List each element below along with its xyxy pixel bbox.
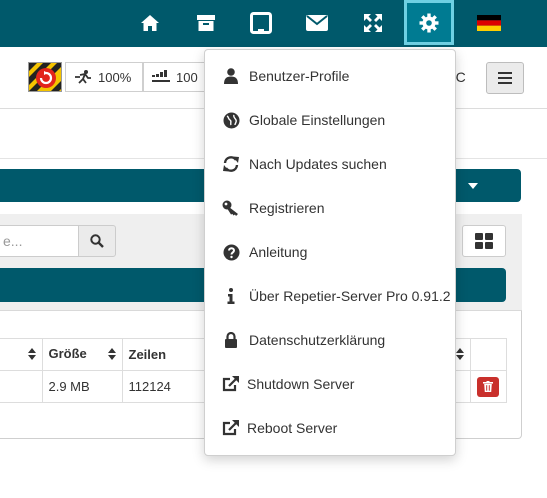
table-header-size[interactable]: Größe	[41, 338, 123, 371]
envelope-icon[interactable]	[292, 0, 342, 45]
menu-item-global-settings[interactable]: Globale Einstellungen	[205, 98, 455, 142]
hamburger-menu-button[interactable]	[486, 62, 524, 94]
menu-item-register[interactable]: Registrieren	[205, 186, 455, 230]
grid-view-button[interactable]	[462, 225, 506, 257]
header-label: Größe	[48, 346, 87, 361]
menu-item-label: Globale Einstellungen	[249, 112, 386, 128]
table-header-actions	[469, 338, 507, 371]
table-header-lines[interactable]: Zeilen	[121, 338, 205, 371]
expand-icon[interactable]	[348, 0, 398, 45]
file-lines: 112124	[121, 370, 205, 403]
german-flag-icon[interactable]	[464, 0, 514, 45]
menu-item-manual[interactable]: Anleitung	[205, 230, 455, 274]
home-icon[interactable]	[125, 0, 175, 45]
gear-icon[interactable]	[404, 0, 454, 45]
menu-item-label: Benutzer-Profile	[249, 68, 350, 84]
printer-logo[interactable]	[28, 62, 62, 92]
globe-icon	[220, 112, 242, 129]
header-label: Zeilen	[128, 347, 167, 362]
speed-multiplier[interactable]: 100%	[65, 62, 143, 92]
delete-button[interactable]	[476, 376, 499, 397]
info-icon	[220, 288, 242, 304]
top-navbar	[0, 0, 547, 47]
speed-value: 100%	[98, 69, 132, 85]
sort-icon	[27, 348, 36, 363]
sort-icon	[455, 348, 464, 363]
caret-down-icon	[468, 183, 478, 189]
trash-icon	[482, 381, 493, 392]
file-size: 2.9 MB	[41, 370, 123, 403]
menu-item-label: Anleitung	[249, 244, 308, 260]
table-cell	[0, 370, 43, 403]
flow-multiplier[interactable]: 100	[143, 62, 208, 92]
archive-icon[interactable]	[181, 0, 231, 45]
lock-icon	[220, 332, 242, 348]
menu-item-user-profiles[interactable]: Benutzer-Profile	[205, 54, 455, 98]
settings-dropdown-menu: Benutzer-Profile Globale Einstellungen N…	[204, 49, 456, 456]
search-icon	[90, 234, 104, 248]
tablet-icon[interactable]	[236, 0, 286, 45]
flow-icon	[152, 70, 170, 82]
external-link-icon	[220, 376, 242, 392]
menu-item-label: Nach Updates suchen	[249, 156, 387, 172]
menu-item-about[interactable]: Über Repetier-Server Pro 0.91.2	[205, 274, 455, 318]
menu-item-label: Datenschutzerklärung	[249, 332, 386, 348]
user-icon	[220, 68, 242, 84]
external-link-icon	[220, 420, 242, 436]
grid-icon	[475, 233, 493, 249]
search-input[interactable]: e...	[0, 225, 79, 257]
table-header-cell[interactable]	[0, 338, 43, 371]
menu-item-label: Reboot Server	[247, 420, 338, 436]
bars-icon	[498, 72, 512, 84]
table-cell	[469, 370, 507, 403]
menu-item-reboot[interactable]: Reboot Server	[205, 406, 455, 450]
menu-item-label: Registrieren	[249, 200, 325, 216]
menu-item-label: Shutdown Server	[247, 376, 355, 392]
menu-item-shutdown[interactable]: Shutdown Server	[205, 362, 455, 406]
sort-icon	[107, 348, 116, 363]
flow-value: 100	[176, 69, 198, 85]
key-icon	[220, 200, 242, 216]
refresh-icon	[220, 156, 242, 172]
search-placeholder: e...	[3, 233, 23, 249]
running-icon	[75, 70, 91, 84]
menu-item-privacy[interactable]: Datenschutzerklärung	[205, 318, 455, 362]
menu-item-check-updates[interactable]: Nach Updates suchen	[205, 142, 455, 186]
search-button[interactable]	[78, 225, 116, 257]
question-circle-icon	[220, 244, 242, 261]
menu-item-label: Über Repetier-Server Pro 0.91.2	[249, 288, 451, 304]
